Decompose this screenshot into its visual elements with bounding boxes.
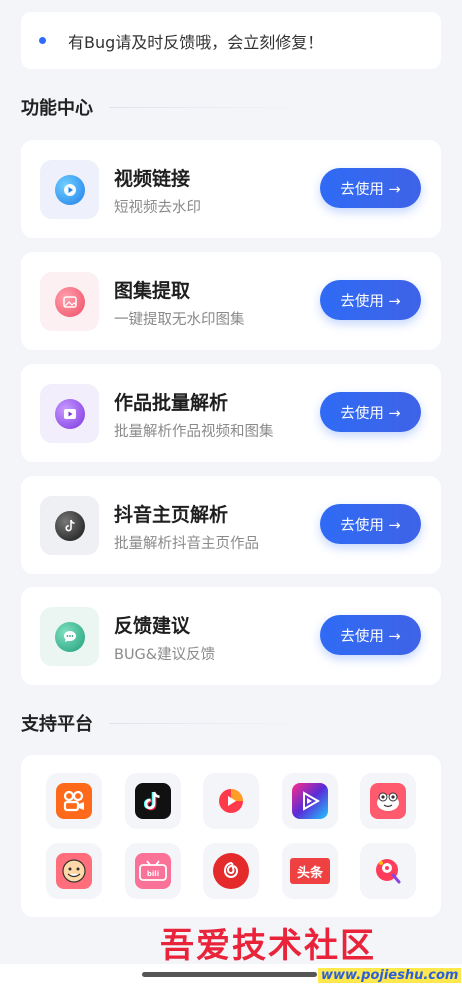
platform-item[interactable] [282, 773, 338, 829]
feature-subtitle: 一键提取无水印图集 [114, 312, 245, 328]
chat-icon [54, 621, 85, 652]
feature-icon-wrap [40, 496, 99, 555]
notice-text: 有Bug请及时反馈哦，会立刻修复！ [68, 32, 324, 52]
zuiyou-icon [56, 853, 92, 889]
section-divider [109, 106, 309, 108]
platform-item[interactable] [125, 773, 181, 829]
feature-card-gallery[interactable]: 图集提取 一键提取无水印图集 去使用 → [21, 252, 441, 350]
page: 有Bug请及时反馈哦，会立刻修复！ 功能中心 视频链接 短视频去水印 去使用 →… [0, 0, 462, 1000]
video-batch-icon [54, 398, 85, 429]
platform-item[interactable]: bili [125, 843, 181, 899]
feature-title: 反馈建议 [114, 615, 191, 637]
use-button[interactable]: 去使用 → [320, 392, 421, 432]
feature-icon-wrap [40, 607, 99, 666]
use-button[interactable]: 去使用 → [320, 504, 421, 544]
feature-card-douyin-profile[interactable]: 抖音主页解析 批量解析抖音主页作品 去使用 → [21, 476, 441, 574]
feature-subtitle: 批量解析作品视频和图集 [114, 424, 274, 440]
tiktok-icon [54, 510, 85, 541]
svg-text:bili: bili [147, 870, 159, 878]
weishi-icon [213, 783, 249, 819]
feature-subtitle: 批量解析抖音主页作品 [114, 536, 259, 552]
douyin-icon [135, 783, 171, 819]
feature-icon-wrap [40, 384, 99, 443]
home-indicator[interactable] [142, 972, 317, 977]
feature-card-batch-parse[interactable]: 作品批量解析 批量解析作品视频和图集 去使用 → [21, 364, 441, 462]
play-icon [54, 174, 85, 205]
platforms-section-title: 支持平台 [21, 714, 93, 735]
notice-dot-icon [39, 37, 46, 44]
use-button[interactable]: 去使用 → [320, 168, 421, 208]
platform-item[interactable] [360, 773, 416, 829]
kuaishou-icon [56, 783, 92, 819]
features-section-header: 功能中心 [21, 94, 309, 120]
purple-video-icon [292, 783, 328, 819]
toutiao-icon: 头条 [290, 858, 330, 884]
feature-icon-wrap [40, 272, 99, 331]
platforms-card: bili 头条 [21, 755, 441, 917]
feature-card-video-link[interactable]: 视频链接 短视频去水印 去使用 → [21, 140, 441, 238]
platform-item[interactable] [46, 773, 102, 829]
toutiao-label: 头条 [296, 865, 323, 881]
feature-subtitle: BUG&建议反馈 [114, 647, 216, 663]
platform-item[interactable] [203, 843, 259, 899]
momo-icon [370, 853, 406, 889]
features-section-title: 功能中心 [21, 98, 93, 119]
use-button[interactable]: 去使用 → [320, 280, 421, 320]
feature-title: 抖音主页解析 [114, 504, 229, 526]
bilibili-icon: bili [135, 853, 171, 889]
feature-card-feedback[interactable]: 反馈建议 BUG&建议反馈 去使用 → [21, 587, 441, 685]
platform-item[interactable]: 头条 [282, 843, 338, 899]
feature-title: 图集提取 [114, 280, 191, 302]
platform-item[interactable] [46, 843, 102, 899]
feature-icon-wrap [40, 160, 99, 219]
platform-item[interactable] [360, 843, 416, 899]
notice-card: 有Bug请及时反馈哦，会立刻修复！ [21, 12, 441, 69]
netease-music-icon [213, 853, 249, 889]
watermark-url: www.pojieshu.com [318, 968, 462, 983]
pipixia-icon [370, 783, 406, 819]
feature-title: 视频链接 [114, 168, 191, 190]
watermark-text: 吾爱技术社区 [160, 926, 376, 966]
platform-item[interactable] [203, 773, 259, 829]
feature-subtitle: 短视频去水印 [114, 200, 201, 216]
section-divider [109, 722, 309, 724]
feature-title: 作品批量解析 [114, 392, 229, 414]
use-button[interactable]: 去使用 → [320, 615, 421, 655]
image-icon [54, 286, 85, 317]
platforms-section-header: 支持平台 [21, 710, 309, 736]
